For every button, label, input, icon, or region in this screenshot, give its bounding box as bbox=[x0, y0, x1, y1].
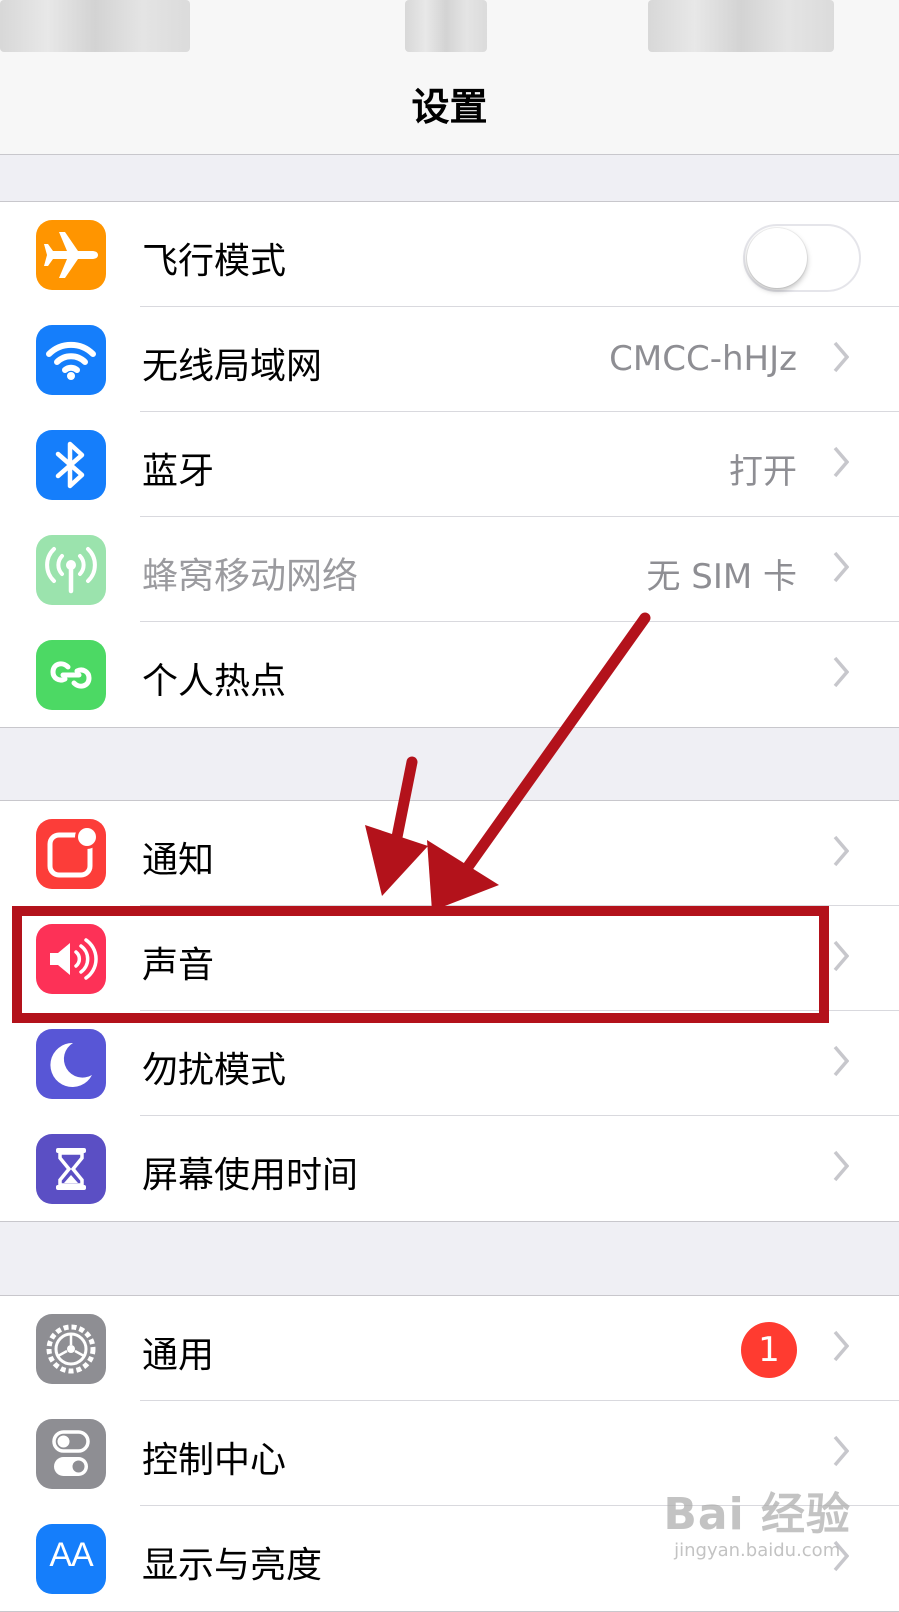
wifi-network-name: CMCC-hHJz bbox=[609, 339, 797, 379]
status-time-blur bbox=[405, 0, 487, 52]
chevron-right-icon bbox=[833, 1330, 849, 1362]
row-label: 通用 bbox=[142, 1335, 215, 1376]
row-label: 控制中心 bbox=[142, 1440, 287, 1481]
cellular-icon bbox=[36, 535, 106, 605]
chevron-right-icon bbox=[833, 1045, 849, 1077]
chevron-right-icon bbox=[833, 940, 849, 972]
hourglass-icon bbox=[36, 1134, 106, 1204]
row-label: 勿扰模式 bbox=[142, 1050, 287, 1091]
row-label: 通知 bbox=[142, 840, 215, 881]
row-label: 飞行模式 bbox=[142, 241, 287, 282]
settings-row-airplane-mode: 飞行模式 bbox=[0, 202, 899, 307]
wifi-icon bbox=[36, 325, 106, 395]
chevron-right-icon bbox=[833, 656, 849, 688]
nav-bar: 设置 bbox=[0, 62, 899, 155]
chevron-right-icon bbox=[833, 835, 849, 867]
status-carrier-blur bbox=[0, 0, 190, 52]
chevron-right-icon bbox=[833, 1435, 849, 1467]
bluetooth-icon bbox=[36, 430, 106, 500]
bluetooth-status: 打开 bbox=[729, 452, 797, 492]
watermark-logo: Bai 经验 bbox=[663, 1489, 851, 1540]
cellular-status: 无 SIM 卡 bbox=[646, 557, 797, 597]
chevron-right-icon bbox=[833, 341, 849, 373]
toggle-knob bbox=[747, 228, 807, 288]
gear-icon bbox=[36, 1314, 106, 1384]
settings-row-general[interactable]: 通用 1 bbox=[0, 1296, 899, 1401]
row-label: 声音 bbox=[142, 945, 215, 986]
settings-group-general: 通用 1 控制中心 AA 显示与亮度 bbox=[0, 1295, 899, 1612]
speaker-icon bbox=[36, 924, 106, 994]
settings-row-bluetooth[interactable]: 蓝牙 打开 bbox=[0, 412, 899, 517]
settings-row-personal-hotspot[interactable]: 个人热点 bbox=[0, 622, 899, 727]
settings-row-screen-time[interactable]: 屏幕使用时间 bbox=[0, 1116, 899, 1221]
row-label: 屏幕使用时间 bbox=[142, 1155, 359, 1196]
chevron-right-icon bbox=[833, 551, 849, 583]
settings-row-cellular[interactable]: 蜂窝移动网络 无 SIM 卡 bbox=[0, 517, 899, 622]
page-title: 设置 bbox=[411, 85, 488, 129]
text-size-glyph: AA bbox=[49, 1536, 93, 1574]
row-label: 显示与亮度 bbox=[142, 1545, 323, 1586]
row-label: 蜂窝移动网络 bbox=[142, 556, 359, 597]
row-label: 无线局域网 bbox=[142, 346, 323, 387]
settings-row-do-not-disturb[interactable]: 勿扰模式 bbox=[0, 1011, 899, 1116]
status-battery-blur bbox=[648, 0, 834, 52]
settings-row-sounds[interactable]: 声音 bbox=[0, 906, 899, 1011]
chevron-right-icon bbox=[833, 1150, 849, 1182]
switches-icon bbox=[36, 1419, 106, 1489]
text-size-icon: AA bbox=[36, 1524, 106, 1594]
chevron-right-icon bbox=[833, 446, 849, 478]
airplane-mode-toggle[interactable] bbox=[743, 224, 861, 292]
notifications-icon bbox=[36, 819, 106, 889]
settings-group-connectivity: 飞行模式 无线局域网 CMCC-hHJz 蓝牙 打开 蜂窝移动网络 无 SIM … bbox=[0, 201, 899, 728]
update-badge: 1 bbox=[741, 1322, 797, 1378]
moon-icon bbox=[36, 1029, 106, 1099]
airplane-icon bbox=[36, 220, 106, 290]
settings-group-notifications: 通知 声音 勿扰模式 屏幕使用时间 bbox=[0, 800, 899, 1222]
hotspot-icon bbox=[36, 640, 106, 710]
settings-row-wifi[interactable]: 无线局域网 CMCC-hHJz bbox=[0, 307, 899, 412]
row-label: 蓝牙 bbox=[142, 451, 215, 492]
settings-row-notifications[interactable]: 通知 bbox=[0, 801, 899, 906]
status-bar bbox=[0, 0, 899, 62]
row-label: 个人热点 bbox=[142, 661, 287, 702]
watermark-url: jingyan.baidu.com bbox=[674, 1540, 841, 1561]
baidu-watermark: Bai 经验 jingyan.baidu.com bbox=[663, 1478, 851, 1561]
